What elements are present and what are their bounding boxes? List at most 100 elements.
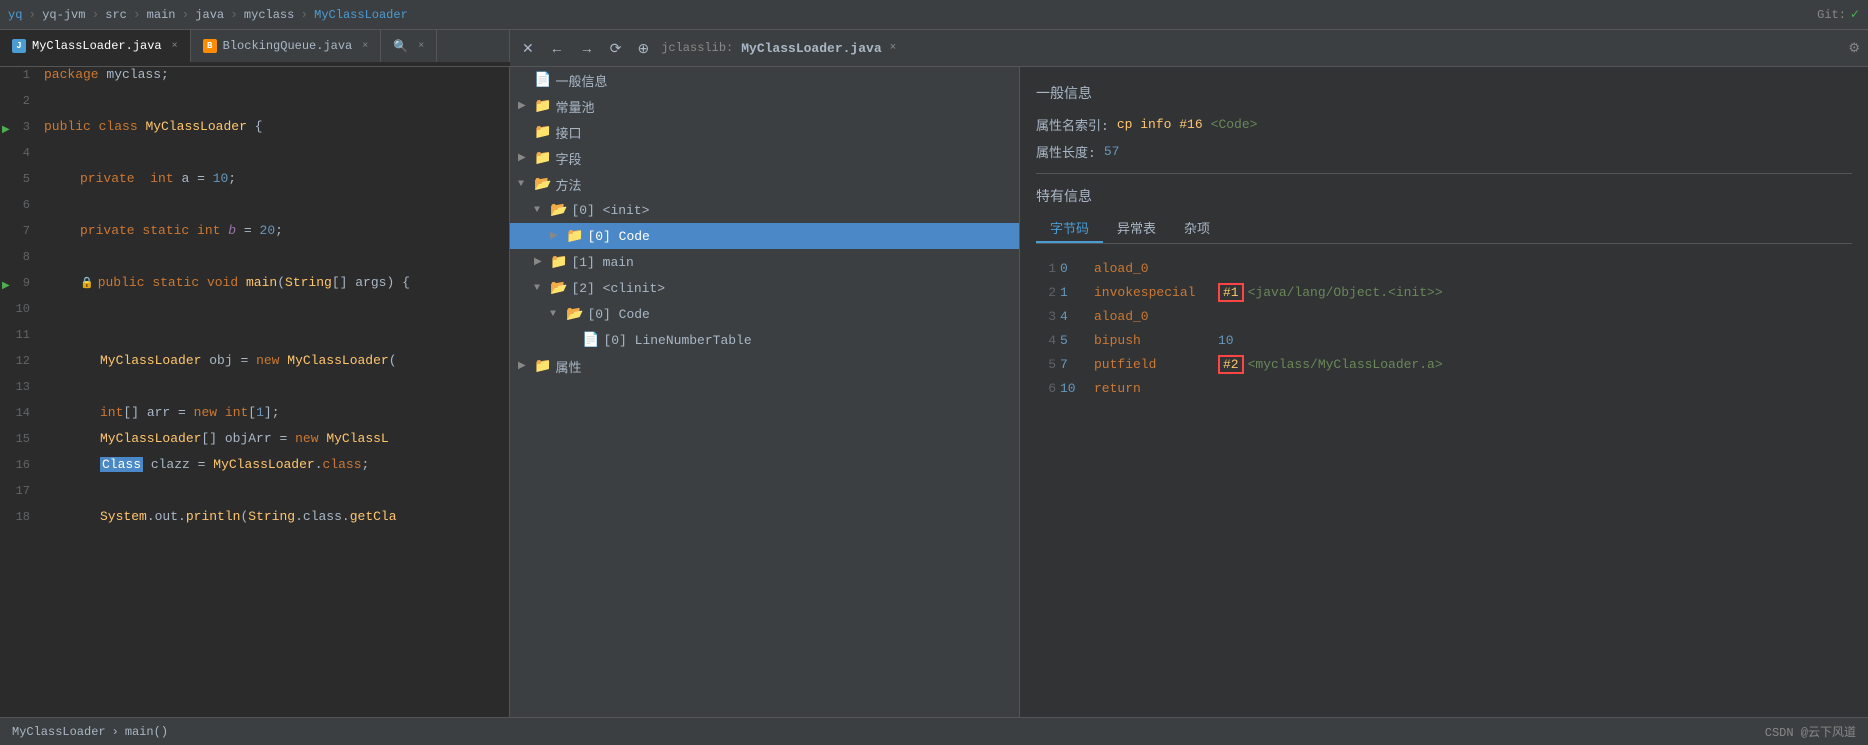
top-bar-src[interactable]: src	[105, 8, 127, 22]
breadcrumb-method: main()	[125, 725, 168, 739]
editor-line-16: 16 Class clazz = MyClassLoader.class;	[0, 457, 509, 483]
jclasslib-back-btn[interactable]: ←	[546, 38, 568, 58]
tab-myclassloader-label: MyClassLoader.java	[32, 39, 162, 53]
blockingqueue-icon: B	[203, 39, 217, 53]
bytecode-table: 1 0 aload_0 2 1 invokespecial #1 <java/l…	[1036, 256, 1852, 400]
file-icon-linenumber: 📄	[582, 332, 599, 349]
editor-line-5: 5 private int a = 10;	[0, 171, 509, 197]
tab-blockingqueue[interactable]: B BlockingQueue.java ×	[191, 30, 382, 62]
detail-pane: 一般信息 属性名索引: cp info #16 <Code> 属性长度: 57 …	[1020, 67, 1868, 717]
editor-line-11: 11	[0, 327, 509, 353]
status-bar: MyClassLoader › main() CSDN @云下风道	[0, 717, 1868, 745]
tree-item-fields[interactable]: ▶ 📁 字段	[510, 145, 1019, 171]
top-bar-yqjvm[interactable]: yq-jvm	[42, 8, 85, 22]
main-area: 1 package myclass; 2 ▶ 3 public class My…	[0, 67, 1868, 717]
tree-item-code1[interactable]: ▼ 📂 [0] Code	[510, 301, 1019, 327]
folder-icon-fields: 📁	[534, 150, 551, 167]
folder-icon-methods: 📂	[534, 176, 551, 193]
section-divider	[1036, 173, 1852, 174]
bc-ref-box-2[interactable]: #2	[1218, 355, 1244, 374]
status-right-label: CSDN @云下风道	[1765, 723, 1856, 740]
editor-line-17: 17	[0, 483, 509, 509]
editor-line-4: 4	[0, 145, 509, 171]
bc-bipush-val: 10	[1218, 333, 1234, 348]
folder-icon-main: 📁	[550, 254, 567, 271]
close-myclassloader[interactable]: ×	[172, 41, 178, 52]
close-search[interactable]: ×	[418, 41, 424, 52]
general-info-title: 一般信息	[1036, 83, 1852, 103]
tab-exceptiontable[interactable]: 异常表	[1103, 214, 1170, 243]
editor-line-13: 13	[0, 379, 509, 405]
tab-myclassloader[interactable]: J MyClassLoader.java ×	[0, 30, 191, 62]
tree-item-constpool[interactable]: ▶ 📁 常量池	[510, 93, 1019, 119]
top-bar-myclass[interactable]: myclass	[244, 8, 294, 22]
tree-item-methods[interactable]: ▼ 📂 方法	[510, 171, 1019, 197]
jclasslib-close-btn[interactable]: ✕	[518, 38, 538, 59]
tree-item-linenumber[interactable]: 📄 [0] LineNumberTable	[510, 327, 1019, 353]
editor-line-6: 6	[0, 197, 509, 223]
git-check: ✓	[1850, 7, 1860, 22]
editor-line-18: 18 System.out.println(String.class.getCl…	[0, 509, 509, 535]
folder-icon-code0: 📁	[566, 228, 583, 245]
tree-item-clinit[interactable]: ▼ 📂 [2] <clinit>	[510, 275, 1019, 301]
folder-icon-attrs: 📁	[534, 358, 551, 375]
editor-pane: 1 package myclass; 2 ▶ 3 public class My…	[0, 67, 510, 717]
tree-pane: 📄 一般信息 ▶ 📁 常量池 📁 接口 ▶ 📁 字段 ▼ 📂 方法	[510, 67, 1020, 717]
editor-line-9: ▶ 9 🔒public static void main(String[] ar…	[0, 275, 509, 301]
attr-name-code: <Code>	[1211, 117, 1258, 132]
jclasslib-forward-btn[interactable]: →	[576, 38, 598, 58]
tab-bytecode[interactable]: 字节码	[1036, 214, 1103, 243]
editor-line-15: 15 MyClassLoader[] objArr = new MyClassL	[0, 431, 509, 457]
jclasslib-globe-btn[interactable]: ⊕	[633, 38, 653, 59]
breadcrumb-sep: ›	[112, 725, 119, 739]
bc-row-6: 6 10 return	[1036, 376, 1852, 400]
breadcrumb: MyClassLoader › main()	[12, 725, 168, 739]
attr-len-row: 属性长度: 57	[1036, 142, 1852, 161]
top-bar: yq › yq-jvm › src › main › java › myclas…	[0, 0, 1868, 30]
jclasslib-refresh-btn[interactable]: ⟳	[606, 38, 626, 59]
special-info-title: 特有信息	[1036, 186, 1852, 206]
top-bar-main[interactable]: main	[147, 8, 176, 22]
bc-row-1: 1 0 aload_0	[1036, 256, 1852, 280]
editor-line-14: 14 int[] arr = new int[1];	[0, 405, 509, 431]
bc-comment-2: <myclass/MyClassLoader.a>	[1248, 357, 1443, 372]
tab-search[interactable]: 🔍 ×	[381, 30, 437, 62]
attr-name-cpref[interactable]: cp info #16	[1117, 117, 1203, 132]
tree-item-interface[interactable]: 📁 接口	[510, 119, 1019, 145]
file-icon-general: 📄	[534, 72, 551, 89]
folder-icon-interface: 📁	[534, 124, 551, 141]
top-bar-java[interactable]: java	[195, 8, 224, 22]
top-bar-myclassloader[interactable]: MyClassLoader	[314, 8, 408, 22]
editor-tabs: J MyClassLoader.java × B BlockingQueue.j…	[0, 30, 510, 62]
breadcrumb-class: MyClassLoader	[12, 725, 106, 739]
git-label: Git:	[1817, 8, 1846, 22]
tree-item-init[interactable]: ▼ 📂 [0] <init>	[510, 197, 1019, 223]
jclasslib-tab-close[interactable]: ×	[890, 42, 897, 54]
folder-icon-code1: 📂	[566, 306, 583, 323]
combined-tab-area: J MyClassLoader.java × B BlockingQueue.j…	[0, 30, 1868, 67]
folder-icon-init: 📂	[550, 202, 567, 219]
top-bar-yq[interactable]: yq	[8, 8, 22, 22]
play-icon-3[interactable]: ▶	[2, 124, 10, 136]
bc-row-2: 2 1 invokespecial #1 <java/lang/Object.<…	[1036, 280, 1852, 304]
bc-row-5: 5 7 putfield #2 <myclass/MyClassLoader.a…	[1036, 352, 1852, 376]
settings-icon[interactable]: ⚙	[1848, 41, 1860, 56]
editor-line-12: 12 MyClassLoader obj = new MyClassLoader…	[0, 353, 509, 379]
tree-item-main[interactable]: ▶ 📁 [1] main	[510, 249, 1019, 275]
close-blockingqueue[interactable]: ×	[362, 41, 368, 52]
tab-misc[interactable]: 杂项	[1170, 214, 1224, 243]
tree-item-general[interactable]: 📄 一般信息	[510, 67, 1019, 93]
tree-item-code0[interactable]: ▶ 📁 [0] Code	[510, 223, 1019, 249]
editor-line-3: ▶ 3 public class MyClassLoader {	[0, 119, 509, 145]
search-tab-icon: 🔍	[393, 39, 408, 54]
play-icon-9[interactable]: ▶	[2, 280, 10, 292]
editor-line-1: 1 package myclass;	[0, 67, 509, 93]
java-icon: J	[12, 39, 26, 53]
editor-line-7: 7 private static int b = 20;	[0, 223, 509, 249]
attr-len-value: 57	[1104, 144, 1120, 159]
editor-line-10: 10	[0, 301, 509, 327]
jclasslib-tabbar: ✕ ← → ⟳ ⊕ jclasslib: MyClassLoader.java …	[510, 30, 1868, 66]
attr-name-row: 属性名索引: cp info #16 <Code>	[1036, 115, 1852, 134]
tree-item-attrs[interactable]: ▶ 📁 属性	[510, 353, 1019, 379]
bc-ref-box-1[interactable]: #1	[1218, 283, 1244, 302]
